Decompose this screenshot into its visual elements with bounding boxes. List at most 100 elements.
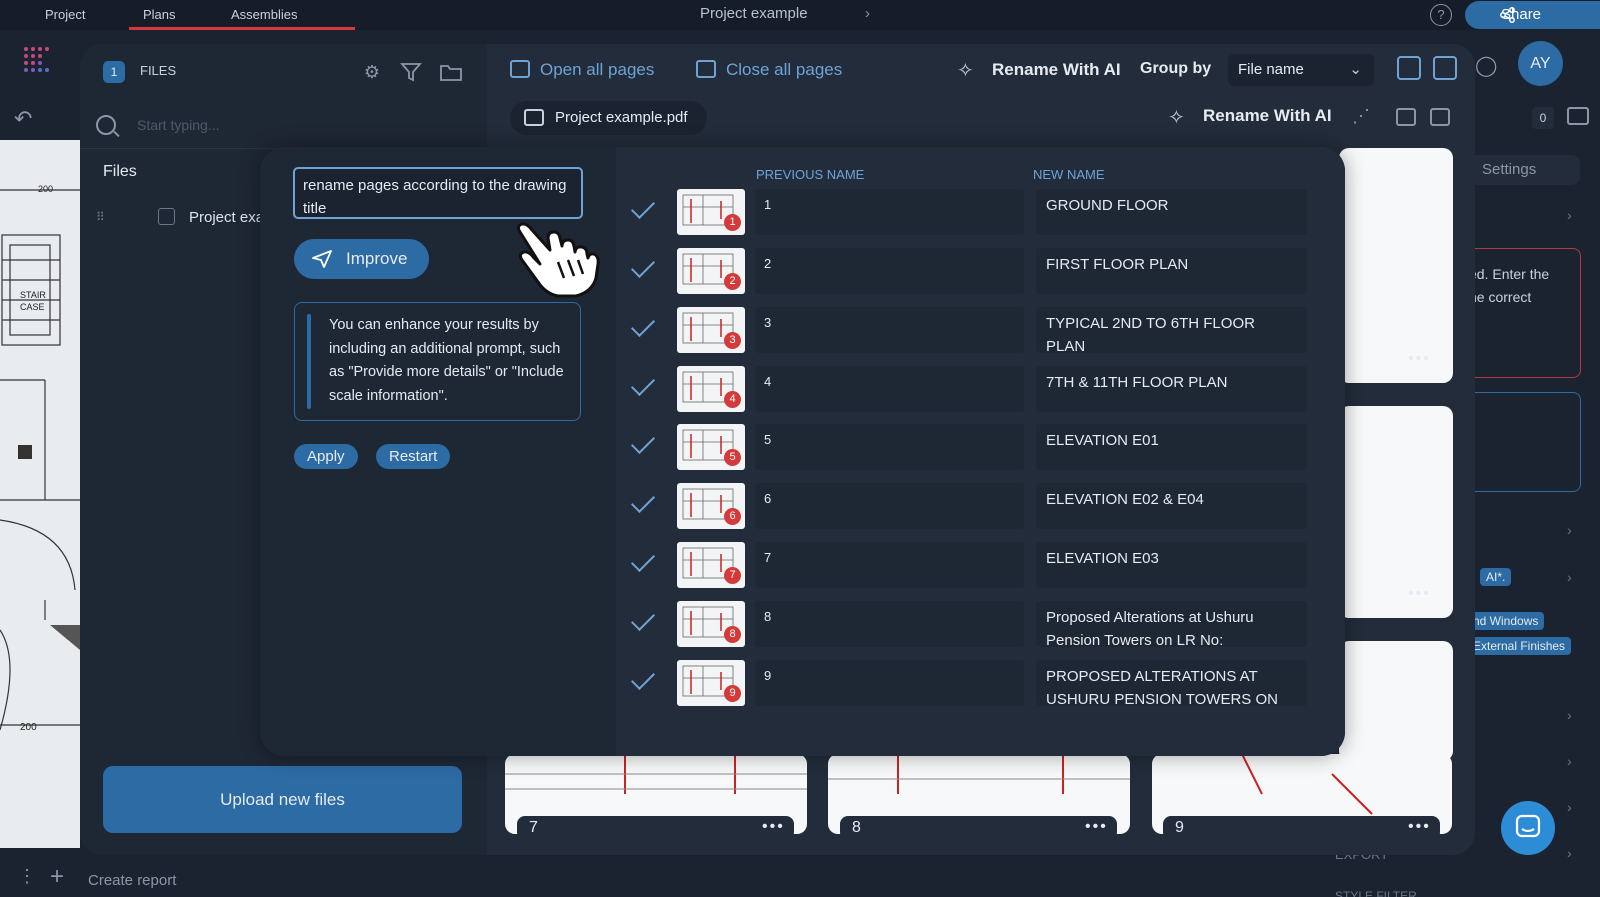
new-name-header: NEW NAME: [1033, 167, 1105, 182]
new-name-field[interactable]: PROPOSED ALTERATIONS AT USHURU PENSION T…: [1036, 660, 1307, 706]
hint-accent-bar: [307, 314, 311, 409]
project-title[interactable]: Project example: [700, 0, 808, 28]
previous-name-cell: 7: [755, 542, 1024, 588]
restart-button[interactable]: Restart: [376, 444, 451, 469]
page-number-badge: 3: [724, 332, 741, 349]
chevron-right-icon[interactable]: ›: [865, 5, 870, 22]
page-thumbnail[interactable]: [1339, 406, 1453, 618]
hint-text: You can enhance your results by includin…: [329, 317, 564, 404]
drag-handle-icon[interactable]: ⠿: [96, 210, 106, 224]
windows-chip[interactable]: nd Windows: [1467, 612, 1545, 630]
open-all-pages-button[interactable]: Open all pages: [510, 58, 654, 82]
more-options-icon[interactable]: •••: [1085, 818, 1108, 836]
group-by-select[interactable]: File name ⌄: [1228, 54, 1374, 86]
new-name-field[interactable]: GROUND FLOOR: [1036, 189, 1307, 235]
chevron-right-icon[interactable]: ›: [1567, 569, 1572, 585]
monitor-icon[interactable]: [1567, 107, 1589, 125]
chevron-right-icon[interactable]: ›: [1567, 845, 1572, 861]
finishes-chip[interactable]: External Finishes: [1467, 637, 1572, 655]
magic-wand-icon[interactable]: ⋰: [1352, 106, 1370, 127]
chevron-right-icon[interactable]: ›: [1567, 707, 1572, 723]
chevron-right-icon[interactable]: ›: [1567, 799, 1572, 815]
previous-name-cell: 1: [755, 189, 1024, 235]
more-options-icon[interactable]: •••: [1408, 350, 1431, 368]
tab-project[interactable]: Project: [31, 0, 99, 30]
list-view-icon[interactable]: [1433, 56, 1457, 80]
svg-text:STAIR: STAIR: [20, 290, 46, 300]
undo-icon[interactable]: ↶: [14, 106, 32, 132]
chevron-down-icon: ⌄: [1349, 61, 1362, 78]
file-checkbox[interactable]: [158, 208, 175, 225]
send-icon: [312, 250, 332, 268]
previous-name-cell: 3: [755, 307, 1024, 353]
grid-view-icon[interactable]: [1397, 56, 1421, 80]
search-input[interactable]: Start typing...: [137, 117, 219, 133]
style-filter-label[interactable]: STYLE FILTER: [1335, 889, 1417, 897]
active-tab-underline: [229, 27, 355, 30]
tab-settings[interactable]: Settings: [1470, 155, 1580, 185]
gear-icon[interactable]: ⚙: [360, 60, 384, 84]
share-button[interactable]: Share: [1465, 1, 1600, 29]
svg-text:200: 200: [38, 184, 53, 194]
svg-text:200: 200: [20, 722, 37, 733]
more-options-icon[interactable]: •••: [1408, 585, 1431, 603]
page-thumbnail[interactable]: [1339, 641, 1453, 761]
new-name-field[interactable]: ELEVATION E01: [1036, 424, 1307, 470]
new-name-field[interactable]: FIRST FLOOR PLAN: [1036, 248, 1307, 294]
error-message-box: ed. Enter the he correct: [1468, 248, 1581, 378]
previous-name-cell: 6: [755, 483, 1024, 529]
chat-button[interactable]: [1501, 801, 1555, 855]
ai-chip[interactable]: AI*.: [1480, 568, 1512, 586]
thumbnail-label-8: 8: [840, 816, 1117, 840]
comment-icon[interactable]: ◯: [1475, 53, 1497, 78]
thumbnail-label-9: 9: [1163, 816, 1440, 840]
group-by-value: File name: [1238, 61, 1304, 78]
close-all-icon: [696, 60, 716, 78]
new-name-field[interactable]: 7TH & 11TH FLOOR PLAN: [1036, 366, 1307, 412]
close-all-pages-button[interactable]: Close all pages: [696, 58, 842, 82]
more-vertical-icon[interactable]: ⋮: [18, 866, 36, 887]
rename-with-ai-secondary-button[interactable]: Rename With AI: [1203, 106, 1332, 126]
chevron-right-icon[interactable]: ›: [1567, 207, 1572, 223]
filter-icon[interactable]: [400, 61, 422, 83]
more-options-icon[interactable]: •••: [1408, 818, 1431, 836]
prompt-input[interactable]: rename pages according to the drawing ti…: [293, 167, 583, 219]
rename-with-ai-button[interactable]: Rename With AI: [992, 58, 1121, 82]
tab-assemblies[interactable]: Assemblies: [217, 0, 355, 30]
new-name-field[interactable]: ELEVATION E02 & E04: [1036, 483, 1307, 529]
new-name-field[interactable]: ELEVATION E03: [1036, 542, 1307, 588]
sparkle-icon: ✧: [1168, 107, 1185, 129]
chat-icon: [1515, 814, 1541, 838]
apply-button[interactable]: Apply: [294, 444, 358, 469]
open-page-icon[interactable]: [1396, 108, 1416, 126]
previous-name-cell: 4: [755, 366, 1024, 412]
info-box: [1468, 392, 1581, 492]
folder-icon[interactable]: [439, 61, 463, 83]
upload-files-button[interactable]: Upload new files: [103, 766, 462, 833]
open-all-icon: [510, 60, 530, 78]
file-name[interactable]: Project exa: [189, 209, 264, 226]
counter-badge: 0: [1532, 107, 1554, 129]
chevron-right-icon[interactable]: ›: [1567, 522, 1572, 538]
page-thumbnail[interactable]: [1339, 148, 1453, 383]
help-icon[interactable]: ?: [1430, 4, 1452, 26]
app-logo-icon: [24, 47, 49, 72]
error-text-line-2: he correct: [1469, 289, 1532, 305]
svg-text:CASE: CASE: [20, 302, 45, 312]
document-icon: [524, 109, 544, 126]
chevron-right-icon[interactable]: ›: [1567, 753, 1572, 769]
plan-drawing-background: STAIR CASE 200 200: [0, 140, 80, 848]
tab-plans[interactable]: Plans: [129, 0, 229, 30]
pointer-hand-icon: [516, 222, 600, 298]
more-options-icon[interactable]: •••: [762, 818, 785, 836]
create-report-button[interactable]: Create report: [88, 872, 176, 889]
avatar[interactable]: AY: [1518, 41, 1563, 86]
new-name-field[interactable]: Proposed Alterations at Ushuru Pension T…: [1036, 601, 1307, 647]
sparkle-icon: ✧: [957, 60, 974, 82]
close-page-icon[interactable]: [1430, 108, 1450, 126]
page-number-badge: 7: [724, 567, 741, 584]
new-name-field[interactable]: TYPICAL 2ND TO 6TH FLOOR PLAN: [1036, 307, 1307, 353]
page-number-badge: 9: [724, 685, 741, 702]
previous-name-header: PREVIOUS NAME: [756, 167, 865, 182]
plus-icon[interactable]: +: [50, 863, 64, 891]
